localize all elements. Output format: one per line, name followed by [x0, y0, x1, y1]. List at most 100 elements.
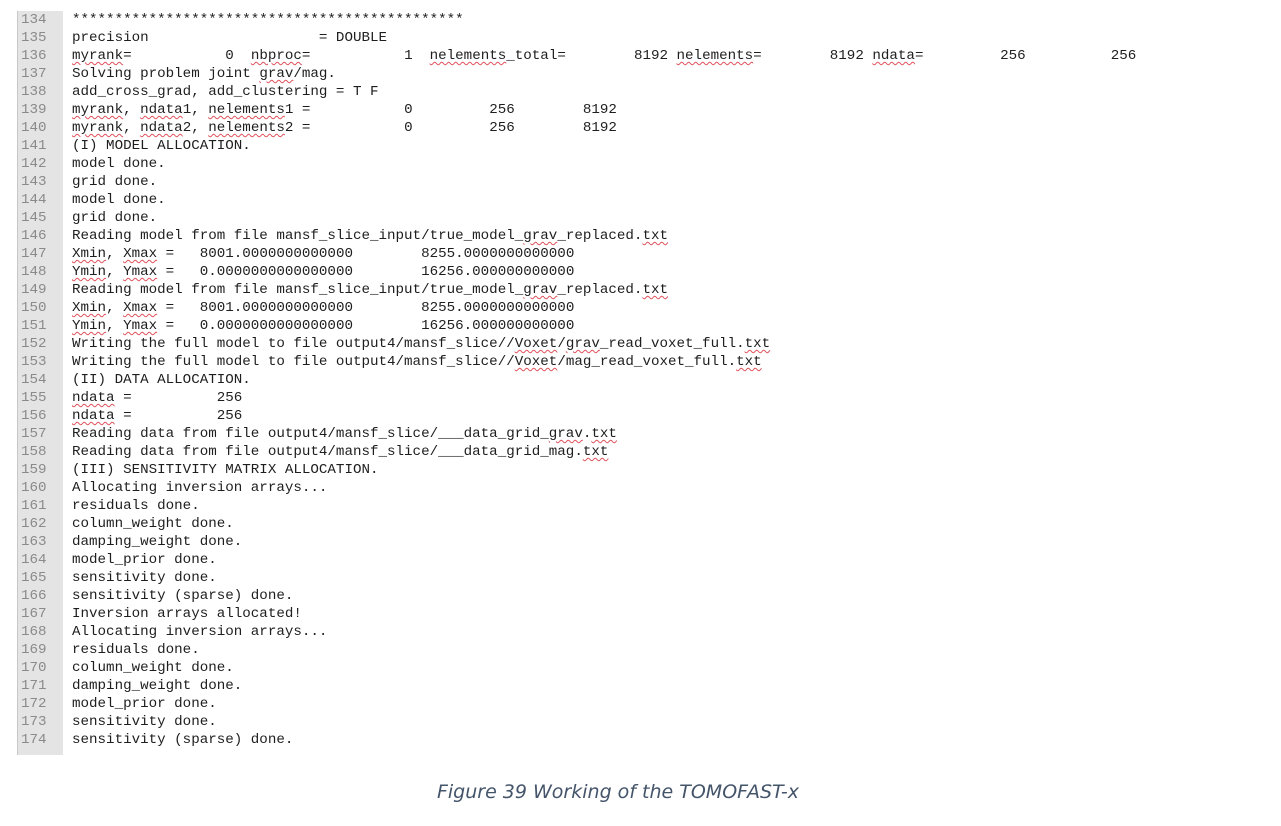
line-text: (I) MODEL ALLOCATION. [72, 138, 251, 154]
line-number: 158 [21, 444, 47, 460]
line-text: Inversion arrays allocated! [72, 606, 302, 622]
line-text: column_weight done. [72, 516, 234, 532]
line-number: 152 [21, 336, 47, 352]
code-line: 162 column_weight done. [17, 515, 1267, 533]
line-text: Reading model from file mansf_slice_inpu… [72, 228, 668, 244]
spellcheck-mark: Xmin [72, 300, 107, 316]
code-line: 140 myrank, ndata2, nelements2 = 0 256 81… [17, 119, 1267, 137]
line-number: 151 [21, 318, 47, 334]
line-number: 143 [21, 174, 47, 190]
line-number: 138 [21, 84, 47, 100]
line-text: sensitivity (sparse) done. [72, 732, 294, 748]
spellcheck-mark: txt [736, 354, 762, 370]
line-number: 159 [21, 462, 47, 478]
line-number: 141 [21, 138, 47, 154]
code-line: 167 Inversion arrays allocated! [17, 605, 1267, 623]
code-line: 149 Reading model from file mansf_slice_i… [17, 281, 1267, 299]
code-line: 172 model_prior done. [17, 695, 1267, 713]
spellcheck-mark: grav [523, 228, 558, 244]
code-line: 142 model done. [17, 155, 1267, 173]
spellcheck-mark: Ymin [72, 264, 107, 280]
spellcheck-mark: nelements [429, 48, 507, 64]
code-line: 163 damping_weight done. [17, 533, 1267, 551]
line-number: 174 [21, 732, 47, 748]
code-line: 143 grid done. [17, 173, 1267, 191]
spellcheck-mark: grav [259, 66, 294, 82]
figure-caption: Figure 39 Working of the TOMOFAST-x [436, 781, 800, 803]
code-editor[interactable]: 134 *************************************… [17, 11, 1267, 755]
line-number: 160 [21, 480, 47, 496]
line-number: 164 [21, 552, 47, 568]
line-number: 167 [21, 606, 47, 622]
code-line: 157 Reading data from file output4/mansf_… [17, 425, 1267, 443]
line-number: 169 [21, 642, 47, 658]
code-line: 171 damping_weight done. [17, 677, 1267, 695]
line-number: 170 [21, 660, 47, 676]
line-text: myrank, ndata2, nelements2 = 0 256 8192 [72, 120, 617, 136]
line-text: Allocating inversion arrays... [72, 480, 328, 496]
code-line: 168 Allocating inversion arrays... [17, 623, 1267, 641]
line-number: 172 [21, 696, 47, 712]
code-line: 164 model_prior done. [17, 551, 1267, 569]
line-text: Reading data from file output4/mansf_sli… [72, 426, 617, 442]
line-number: 163 [21, 534, 47, 550]
spellcheck-mark: Ymax [123, 318, 158, 334]
line-text: residuals done. [72, 642, 200, 658]
code-line: 161 residuals done. [17, 497, 1267, 515]
code-line: 159 (III) SENSITIVITY MATRIX ALLOCATION. [17, 461, 1267, 479]
spellcheck-mark: ndata [72, 390, 115, 406]
line-number: 155 [21, 390, 47, 406]
line-text: residuals done. [72, 498, 200, 514]
code-line: 156 ndata = 256 [17, 407, 1267, 425]
line-text: ****************************************… [72, 12, 464, 28]
code-line: 148 Ymin, Ymax = 0.0000000000000000 16256… [17, 263, 1267, 281]
line-number: 139 [21, 102, 47, 118]
spellcheck-mark: txt [744, 336, 771, 352]
spellcheck-mark: grav [523, 282, 558, 298]
line-number: 150 [21, 300, 47, 316]
code-line: 166 sensitivity (sparse) done. [17, 587, 1267, 605]
spellcheck-mark: txt [642, 282, 668, 298]
spellcheck-mark: txt [582, 444, 609, 460]
line-number: 166 [21, 588, 47, 604]
code-line: 155 ndata = 256 [17, 389, 1267, 407]
line-text: Solving problem joint grav/mag. [72, 66, 336, 82]
spellcheck-mark: Xmax [123, 246, 158, 262]
spellcheck-mark: ndata [872, 48, 915, 64]
line-text: damping_weight done. [72, 678, 243, 694]
line-text: (II) DATA ALLOCATION. [72, 372, 251, 388]
spellcheck-mark: nelements [676, 48, 754, 64]
line-number: 145 [21, 210, 47, 226]
line-text: Xmin, Xmax = 8001.0000000000000 8255.000… [72, 246, 575, 262]
line-text: grid done. [72, 174, 158, 190]
line-number: 165 [21, 570, 47, 586]
line-text: grid done. [72, 210, 158, 226]
line-text: myrank, ndata1, nelements1 = 0 256 8192 [72, 102, 617, 118]
code-line: 173 sensitivity done. [17, 713, 1267, 731]
spellcheck-mark: Voxet [514, 336, 558, 352]
spellcheck-mark: ndata [140, 102, 183, 118]
line-number: 136 [21, 48, 47, 64]
spellcheck-mark: Voxet [514, 354, 558, 370]
line-text: sensitivity done. [72, 570, 217, 586]
line-text: sensitivity (sparse) done. [72, 588, 294, 604]
line-number: 134 [21, 12, 47, 28]
code-line: 147 Xmin, Xmax = 8001.0000000000000 8255.… [17, 245, 1267, 263]
code-line: 134 *************************************… [17, 11, 1267, 29]
spellcheck-mark: ndata [140, 120, 183, 136]
line-text: Writing the full model to file output4/m… [72, 354, 762, 370]
line-number: 140 [21, 120, 47, 136]
line-text: Allocating inversion arrays... [72, 624, 328, 640]
line-number: 173 [21, 714, 47, 730]
code-line: 158 Reading data from file output4/mansf_… [17, 443, 1267, 461]
spellcheck-mark: txt [591, 426, 617, 442]
line-text: precision = DOUBLE [72, 30, 388, 46]
code-line: 136 myrank= 0 nbproc= 1 nelements_total= … [17, 47, 1267, 65]
line-number: 156 [21, 408, 47, 424]
line-number: 162 [21, 516, 47, 532]
spellcheck-mark: Xmax [123, 300, 158, 316]
line-number: 144 [21, 192, 47, 208]
line-number: 154 [21, 372, 47, 388]
line-text: Ymin, Ymax = 0.0000000000000000 16256.00… [72, 318, 575, 334]
line-number: 168 [21, 624, 47, 640]
